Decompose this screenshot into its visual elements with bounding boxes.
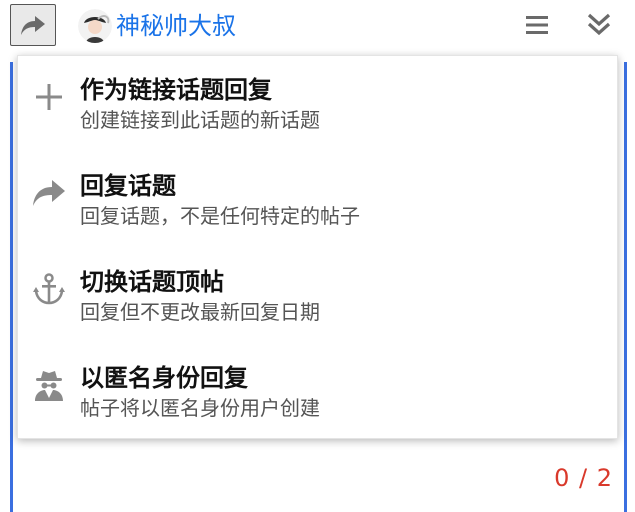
option-description: 回复但不更改最新回复日期 [80,300,320,324]
plus-icon [36,84,62,110]
char-counter: 0 / 2 [554,464,613,492]
avatar[interactable] [78,9,112,43]
option-reply-to-topic[interactable]: 回复话题 回复话题，不是任何特定的帖子 [18,152,617,248]
username[interactable]: 神秘帅大叔 [116,9,236,43]
option-title: 切换话题顶帖 [80,268,224,296]
option-title: 回复话题 [80,172,176,200]
hamburger-icon[interactable] [524,12,550,38]
option-description: 创建链接到此话题的新话题 [80,108,320,132]
option-description: 回复话题，不是任何特定的帖子 [80,204,360,228]
reply-action-button[interactable] [10,4,56,46]
option-reply-as-linked-topic[interactable]: 作为链接话题回复 创建链接到此话题的新话题 [18,56,617,152]
composer-header: 神秘帅大叔 [0,0,635,54]
option-reply-anonymously[interactable]: 以匿名身份回复 帖子将以匿名身份用户创建 [18,344,617,440]
share-arrow-icon [33,180,65,206]
option-title: 以匿名身份回复 [80,364,248,392]
option-title: 作为链接话题回复 [80,76,272,104]
anchor-icon [33,273,65,305]
option-toggle-bump[interactable]: 切换话题顶帖 回复但不更改最新回复日期 [18,248,617,344]
reply-options-dropdown: 作为链接话题回复 创建链接到此话题的新话题 回复话题 回复话题，不是任何特定的帖… [17,55,618,439]
double-chevron-down-icon[interactable] [586,12,612,38]
spy-icon [35,371,63,401]
share-arrow-icon [21,16,45,35]
option-description: 帖子将以匿名身份用户创建 [80,396,320,420]
